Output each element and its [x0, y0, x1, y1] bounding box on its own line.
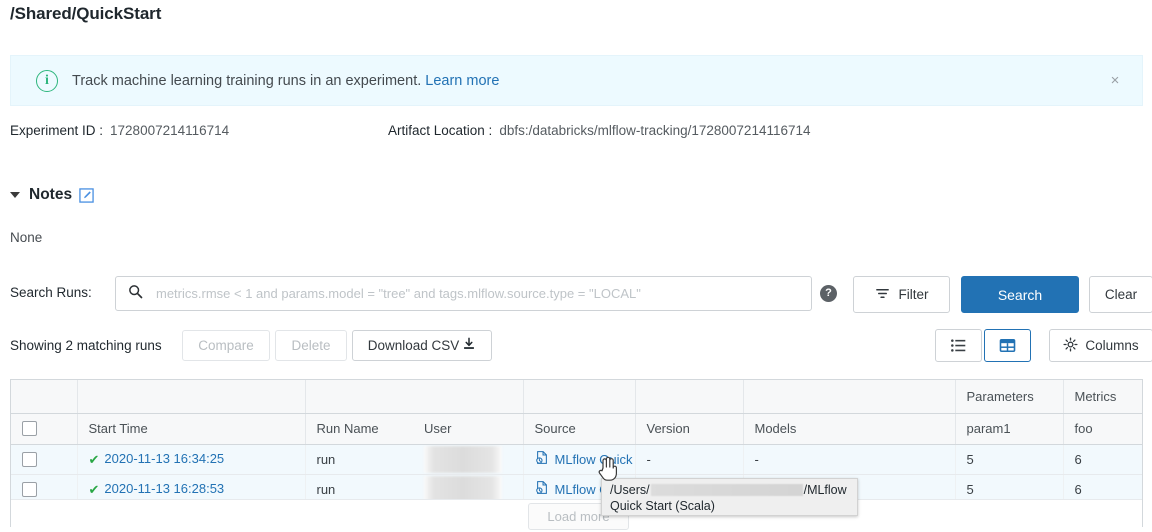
notes-label: Notes	[29, 186, 72, 204]
row-models-cell: -	[743, 444, 955, 474]
search-input[interactable]	[154, 277, 811, 310]
info-circle-icon: i	[36, 70, 58, 92]
columns-button-label: Columns	[1085, 338, 1138, 353]
run-start-time-link[interactable]: 2020-11-13 16:34:25	[104, 451, 224, 466]
run-source-link[interactable]: MLflow Quick	[555, 452, 633, 467]
row-run-name-cell: run	[305, 444, 413, 474]
close-icon[interactable]: ×	[1106, 72, 1124, 90]
notebook-revision-icon	[535, 480, 549, 498]
learn-more-link[interactable]: Learn more	[425, 73, 499, 89]
tooltip-path-line2: Quick Start (Scala)	[610, 498, 849, 514]
group-header-blank-0	[11, 380, 77, 413]
filter-icon	[875, 286, 890, 304]
check-circle-icon: ✔	[89, 482, 100, 497]
group-header-blank-4	[523, 380, 635, 413]
select-all-header[interactable]	[11, 413, 77, 444]
table-row[interactable]: ✔ 2020-11-13 16:34:25 run	[11, 444, 1143, 474]
group-header-blank-1	[77, 380, 305, 413]
edit-pencil-icon[interactable]	[79, 188, 94, 203]
search-button[interactable]: Search	[961, 276, 1079, 313]
info-banner: i Track machine learning training runs i…	[10, 55, 1143, 106]
experiment-id-group: Experiment ID : 1728007214116714	[10, 123, 229, 138]
tooltip-path-prefix: /Users/	[610, 482, 650, 498]
row-foo-cell: 6	[1063, 444, 1143, 474]
delete-button[interactable]: Delete	[275, 330, 347, 361]
row-version-cell: -	[635, 444, 743, 474]
experiment-id-label: Experiment ID :	[10, 123, 103, 138]
grid-view-icon[interactable]	[984, 329, 1031, 362]
column-header-run-name[interactable]: Run Name	[305, 413, 413, 444]
row-start-time-cell[interactable]: ✔ 2020-11-13 16:34:25	[77, 444, 305, 474]
row-select-cell[interactable]	[11, 444, 77, 474]
tooltip-path-suffix: /MLflow	[804, 482, 847, 498]
compare-button[interactable]: Compare	[182, 330, 270, 361]
group-header-blank-2	[305, 380, 413, 413]
row-user-cell	[413, 444, 523, 474]
mouse-cursor-pointer	[597, 456, 619, 482]
artifact-location-value: dbfs:/databricks/mlflow-tracking/1728007…	[499, 123, 810, 138]
source-path-tooltip: /Users/ /MLflow Quick Start (Scala)	[601, 478, 858, 516]
clear-button[interactable]: Clear	[1089, 276, 1152, 313]
download-csv-button[interactable]: Download CSV	[352, 330, 492, 361]
artifact-location-label: Artifact Location :	[388, 123, 492, 138]
experiment-id-value: 1728007214116714	[110, 123, 229, 138]
group-header-blank-5	[635, 380, 743, 413]
chevron-down-icon[interactable]	[10, 192, 20, 198]
column-header-models[interactable]: Models	[743, 413, 955, 444]
row-param1-cell: 5	[955, 444, 1063, 474]
artifact-location-group: Artifact Location : dbfs:/databricks/mlfl…	[388, 123, 811, 138]
group-header-blank-3	[413, 380, 523, 413]
search-icon	[128, 284, 143, 304]
table-group-header-row: Parameters Metrics	[11, 380, 1143, 413]
redacted-user-value	[424, 446, 502, 473]
column-header-foo[interactable]: foo	[1063, 413, 1143, 444]
filter-button[interactable]: Filter	[853, 276, 950, 313]
list-view-icon[interactable]	[935, 329, 982, 362]
info-banner-text: Track machine learning training runs in …	[72, 73, 499, 89]
redacted-path-segment	[651, 484, 803, 496]
notebook-revision-icon	[535, 450, 549, 468]
check-circle-icon: ✔	[89, 452, 100, 467]
column-header-user[interactable]: User	[413, 413, 523, 444]
info-banner-message: Track machine learning training runs in …	[72, 73, 421, 89]
columns-button[interactable]: Columns	[1049, 329, 1152, 362]
row-checkbox[interactable]	[22, 452, 37, 467]
group-header-blank-6	[743, 380, 955, 413]
download-icon	[462, 337, 476, 354]
table-header-row: Start Time Run Name User Source Version …	[11, 413, 1143, 444]
showing-runs-count: Showing 2 matching runs	[10, 338, 162, 353]
column-header-start-time[interactable]: Start Time	[77, 413, 305, 444]
gear-icon	[1063, 337, 1078, 355]
page-title: /Shared/QuickStart	[10, 4, 161, 24]
group-header-parameters: Parameters	[955, 380, 1063, 413]
group-header-metrics: Metrics	[1063, 380, 1143, 413]
mlflow-experiment-page: /Shared/QuickStart i Track machine learn…	[0, 0, 1152, 532]
question-mark-icon[interactable]: ?	[820, 285, 837, 302]
filter-button-label: Filter	[899, 287, 929, 302]
select-all-checkbox[interactable]	[22, 421, 37, 436]
runs-toolbar: Showing 2 matching runs Compare Delete D…	[10, 330, 1143, 363]
column-header-source[interactable]: Source	[523, 413, 635, 444]
search-runs-box[interactable]	[115, 276, 812, 311]
notes-body: None	[10, 230, 42, 245]
notes-header[interactable]: Notes	[10, 186, 94, 204]
column-header-param1[interactable]: param1	[955, 413, 1063, 444]
column-header-version[interactable]: Version	[635, 413, 743, 444]
search-runs-label: Search Runs:	[10, 285, 92, 300]
run-start-time-link[interactable]: 2020-11-13 16:28:53	[104, 481, 224, 496]
row-checkbox[interactable]	[22, 482, 37, 497]
load-more-zone: Load more	[11, 499, 1142, 531]
download-csv-label: Download CSV	[368, 338, 460, 353]
search-runs-row: Search Runs: ? Filter Search Cle	[10, 276, 1143, 312]
